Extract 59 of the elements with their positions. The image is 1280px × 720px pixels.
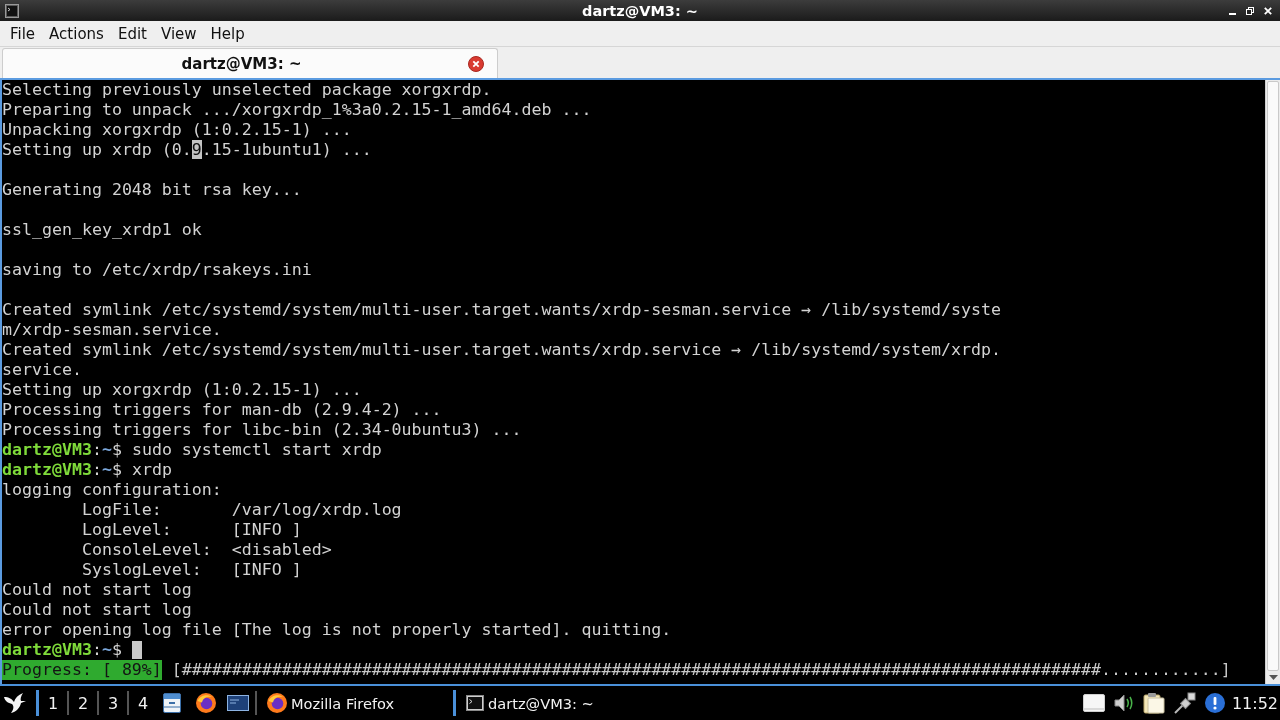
info-icon[interactable] (1204, 693, 1225, 713)
workspace-button[interactable]: 3 (102, 688, 124, 718)
speaker-icon[interactable] (1113, 693, 1134, 713)
scrollbar-thumb[interactable] (1267, 81, 1279, 671)
terminal-line: error opening log file [The log is not properly started]. quitting. (2, 620, 672, 640)
terminal-line: Selecting previously unselected package xorgxrdp. (2, 80, 492, 100)
terminal-icon (466, 695, 484, 711)
terminal-line: SyslogLevel: [INFO ] (81, 560, 302, 580)
scrollbar[interactable] (1265, 80, 1280, 684)
terminal-line: Processing triggers for libc-bin (2.34-0ubuntu3) ... (2, 420, 522, 440)
terminal-line: logging configuration: (2, 480, 222, 500)
prompt-line: dartz@VM3:~$ (2, 640, 122, 660)
menu-item[interactable]: Help (203, 22, 252, 45)
progress-text: [############################################################################################............] (171, 660, 1231, 680)
terminal-line: Could not start log (2, 580, 192, 600)
menu-item[interactable]: Actions (42, 22, 111, 45)
workspace-button[interactable]: 1 (42, 688, 64, 718)
arrow-down-icon[interactable] (1268, 675, 1278, 680)
terminal-line: Unpacking xorgxrdp (1:0.2.15-1) ... (2, 120, 352, 140)
terminal-icon (5, 3, 19, 18)
terminal-line: Created symlink /etc/systemd/system/multi-user.target.wants/xrdp-sesman.service → /lib/systemd/syste (2, 300, 1002, 320)
terminal-line: ConsoleLevel: <disabled> (81, 540, 332, 560)
drive-icon[interactable] (1082, 694, 1105, 712)
terminal-line: LogFile: /var/log/xrdp.log (81, 500, 402, 520)
file-cabinet-icon[interactable] (163, 693, 181, 713)
terminal-line: saving to /etc/xrdp/rsakeys.ini (2, 260, 312, 280)
terminal-line: Generating 2048 bit rsa key... (2, 180, 302, 200)
clipboard-icon[interactable] (1142, 692, 1165, 714)
minimize-icon[interactable] (1229, 12, 1236, 15)
plug-icon[interactable] (1173, 692, 1196, 714)
terminal-line: LogLevel: [INFO ] (81, 520, 302, 540)
tab[interactable]: dartz@VM3: ~ (2, 48, 498, 78)
menu-item[interactable]: Edit (110, 22, 154, 45)
terminal-line: service. (2, 360, 82, 380)
terminal-line: Could not start log (2, 600, 192, 620)
taskbar-button[interactable]: dartz@VM3: ~ (456, 688, 646, 718)
globe-icon[interactable] (196, 693, 216, 713)
screen-icon[interactable] (227, 695, 249, 711)
taskbar-button[interactable]: Mozilla Firefox (261, 688, 451, 718)
terminal-line: Processing triggers for man-db (2.9.4-2) ... (2, 400, 442, 420)
restore-icon[interactable] (1246, 6, 1254, 15)
terminal-line: Setting up xrdp (0.9.15-1ubuntu1) ... (2, 140, 372, 160)
terminal-line: ssl_gen_key_xrdp1 ok (2, 220, 202, 240)
clock: 11:52 (1231, 693, 1278, 713)
prompt-line: dartz@VM3:~$ xrdp (2, 460, 172, 480)
progress-label: Progress: [ 89%] (2, 660, 162, 680)
globe-icon (267, 693, 287, 713)
terminal-line: m/xrdp-sesman.service. (2, 320, 222, 340)
bird-icon[interactable] (3, 691, 27, 715)
terminal-line: Created symlink /etc/systemd/system/multi-user.target.wants/xrdp.service → /lib/systemd/system/xrdp. (2, 340, 1002, 360)
close-icon[interactable] (468, 55, 484, 72)
workspace-button[interactable]: 2 (72, 688, 94, 718)
window-title: dartz@VM3: ~ (582, 1, 698, 20)
workspace-button[interactable]: 4 (132, 688, 154, 718)
prompt-line: dartz@VM3:~$ sudo systemctl start xrdp (2, 440, 382, 460)
menu-item[interactable]: File (3, 22, 43, 45)
terminal-line: Setting up xorgxrdp (1:0.2.15-1) ... (2, 380, 362, 400)
menu-item[interactable]: View (153, 22, 204, 45)
terminal-line: Preparing to unpack .../xorgxrdp_1%3a0.2.15-1_amd64.deb ... (2, 100, 592, 120)
